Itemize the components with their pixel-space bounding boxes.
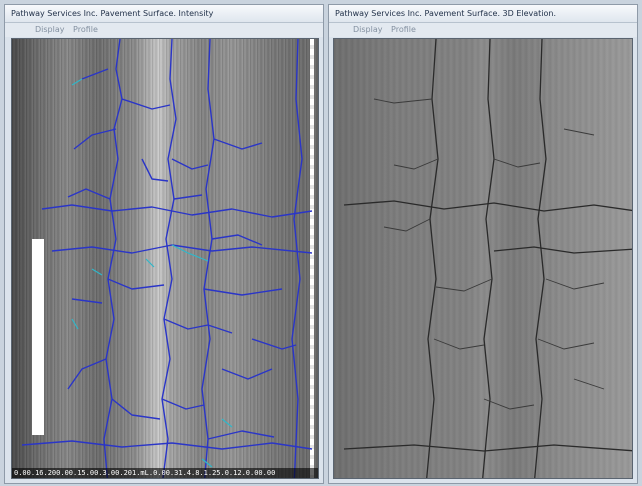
intensity-window: Pathway Services Inc. Pavement Surface. … [4, 4, 324, 484]
scale-readout: 0.00.16.200.00.15.00.3.00.201.mL.0.00.31… [12, 468, 318, 478]
elevation-menu-bar: Display Profile [329, 23, 637, 37]
intensity-menu-bar: Display Profile [5, 23, 323, 37]
elevation-menu-display[interactable]: Display [353, 23, 383, 37]
intensity-menu-profile[interactable]: Profile [73, 23, 98, 37]
intensity-image-viewport[interactable]: 0.00.16.200.00.15.00.3.00.201.mL.0.00.31… [11, 38, 319, 479]
elevation-crack-map [343, 39, 632, 478]
elevation-window: Pathway Services Inc. Pavement Surface. … [328, 4, 638, 484]
elevation-image-viewport[interactable] [333, 38, 633, 479]
intensity-window-title: Pathway Services Inc. Pavement Surface. … [5, 5, 323, 23]
elevation-menu-profile[interactable]: Profile [391, 23, 416, 37]
elevation-window-title: Pathway Services Inc. Pavement Surface. … [329, 5, 637, 23]
crack-overlay-map [21, 39, 313, 478]
intensity-menu-display[interactable]: Display [35, 23, 65, 37]
